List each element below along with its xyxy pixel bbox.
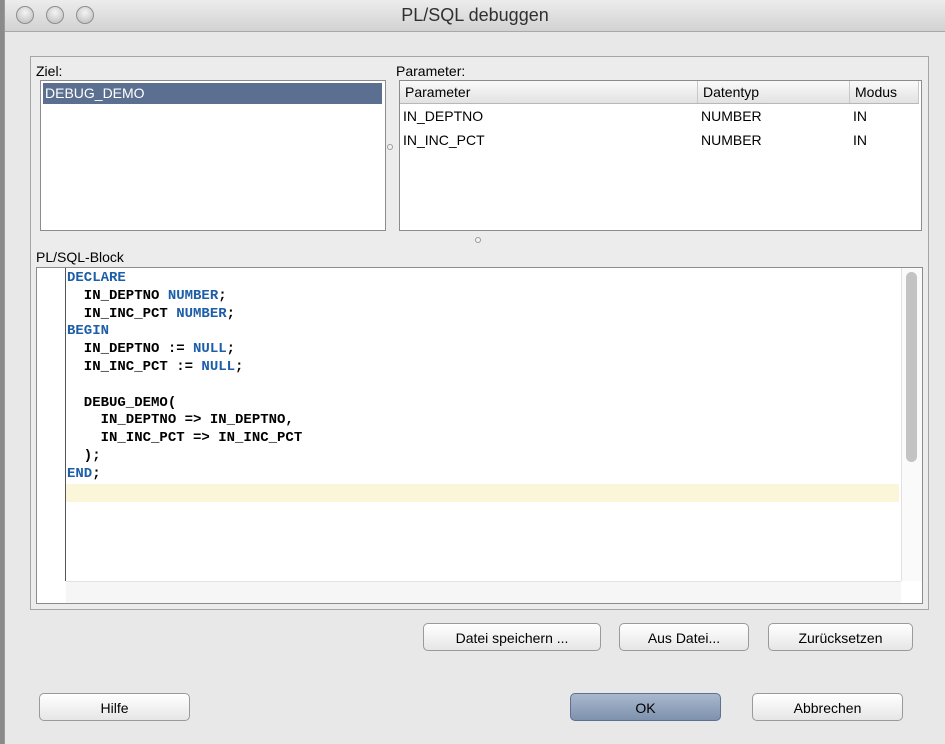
parameter-table: Parameter Datentyp Modus IN_DEPTNO NUMBE…	[399, 80, 922, 231]
horizontal-split-handle[interactable]	[387, 144, 393, 150]
plsql-block-label: PL/SQL-Block	[36, 249, 124, 265]
code-keyword: DECLARE	[67, 270, 126, 286]
save-file-button[interactable]: Datei speichern ...	[423, 623, 601, 651]
ok-button[interactable]: OK	[570, 693, 721, 721]
line-gutter	[37, 268, 66, 581]
help-button[interactable]: Hilfe	[39, 693, 190, 721]
code-keyword: BEGIN	[67, 323, 110, 340]
cancel-button[interactable]: Abbrechen	[752, 693, 903, 721]
current-line-highlight	[66, 484, 899, 502]
column-header-datentyp[interactable]: Datentyp	[698, 81, 850, 103]
code-keyword: NULL	[193, 341, 227, 358]
param-name-cell: IN_DEPTNO	[403, 108, 484, 124]
from-file-button[interactable]: Aus Datei...	[619, 623, 749, 651]
dialog-content: Ziel: Parameter: DEBUG_DEMO Parameter Da…	[30, 56, 929, 610]
vertical-scrollbar[interactable]	[901, 268, 922, 581]
code-keyword: NULL	[201, 358, 236, 375]
code-keyword: END	[67, 465, 93, 482]
code-keyword: NUMBER	[176, 305, 227, 322]
horizontal-scrollbar[interactable]	[66, 581, 901, 603]
code-text: ;	[92, 465, 101, 482]
code-text: IN_DEPTNO	[67, 287, 168, 304]
table-row[interactable]: IN_DEPTNO NUMBER IN	[400, 104, 919, 128]
param-name-cell: IN_INC_PCT	[403, 132, 485, 148]
param-type-cell: NUMBER	[701, 132, 762, 148]
code-text: IN_INC_PCT	[67, 305, 177, 322]
code-text: IN_INC_PCT :=	[67, 358, 202, 375]
window-title: PL/SQL debuggen	[401, 5, 549, 25]
column-header-parameter[interactable]: Parameter	[400, 81, 698, 103]
column-header-modus[interactable]: Modus	[850, 81, 919, 103]
code-keyword: NUMBER	[167, 287, 219, 304]
ziel-item-debug-demo[interactable]: DEBUG_DEMO	[43, 83, 382, 104]
plsql-code[interactable]: DECLARE IN_DEPTNO NUMBER; IN_INC_PCT NUM…	[67, 270, 302, 484]
table-row[interactable]: IN_INC_PCT NUMBER IN	[400, 128, 919, 152]
code-text: );	[67, 447, 101, 464]
code-text: ;	[226, 341, 236, 358]
param-mode-cell: IN	[853, 108, 867, 124]
code-text: IN_DEPTNO => IN_DEPTNO,	[67, 412, 294, 429]
code-text: DEBUG_DEMO(	[67, 394, 177, 411]
code-text: IN_DEPTNO :=	[67, 341, 194, 358]
code-text: ;	[235, 358, 244, 375]
debug-dialog: PL/SQL debuggen Ziel: Parameter: DEBUG_D…	[4, 0, 945, 744]
param-mode-cell: IN	[853, 132, 867, 148]
code-text: IN_INC_PCT => IN_INC_PCT	[67, 430, 303, 447]
ziel-label: Ziel:	[36, 63, 63, 79]
parameter-table-header: Parameter Datentyp Modus	[400, 81, 919, 104]
reset-button[interactable]: Zurücksetzen	[768, 623, 913, 651]
code-text: ;	[218, 287, 227, 304]
ziel-list[interactable]: DEBUG_DEMO	[40, 80, 386, 231]
vertical-scroll-thumb[interactable]	[906, 272, 917, 462]
parameter-label: Parameter:	[396, 63, 466, 79]
plsql-code-editor[interactable]: DECLARE IN_DEPTNO NUMBER; IN_INC_PCT NUM…	[36, 267, 923, 604]
title-bar: PL/SQL debuggen	[5, 0, 945, 32]
code-text: ;	[226, 305, 236, 322]
vertical-split-handle[interactable]	[475, 237, 481, 243]
param-type-cell: NUMBER	[701, 108, 762, 124]
